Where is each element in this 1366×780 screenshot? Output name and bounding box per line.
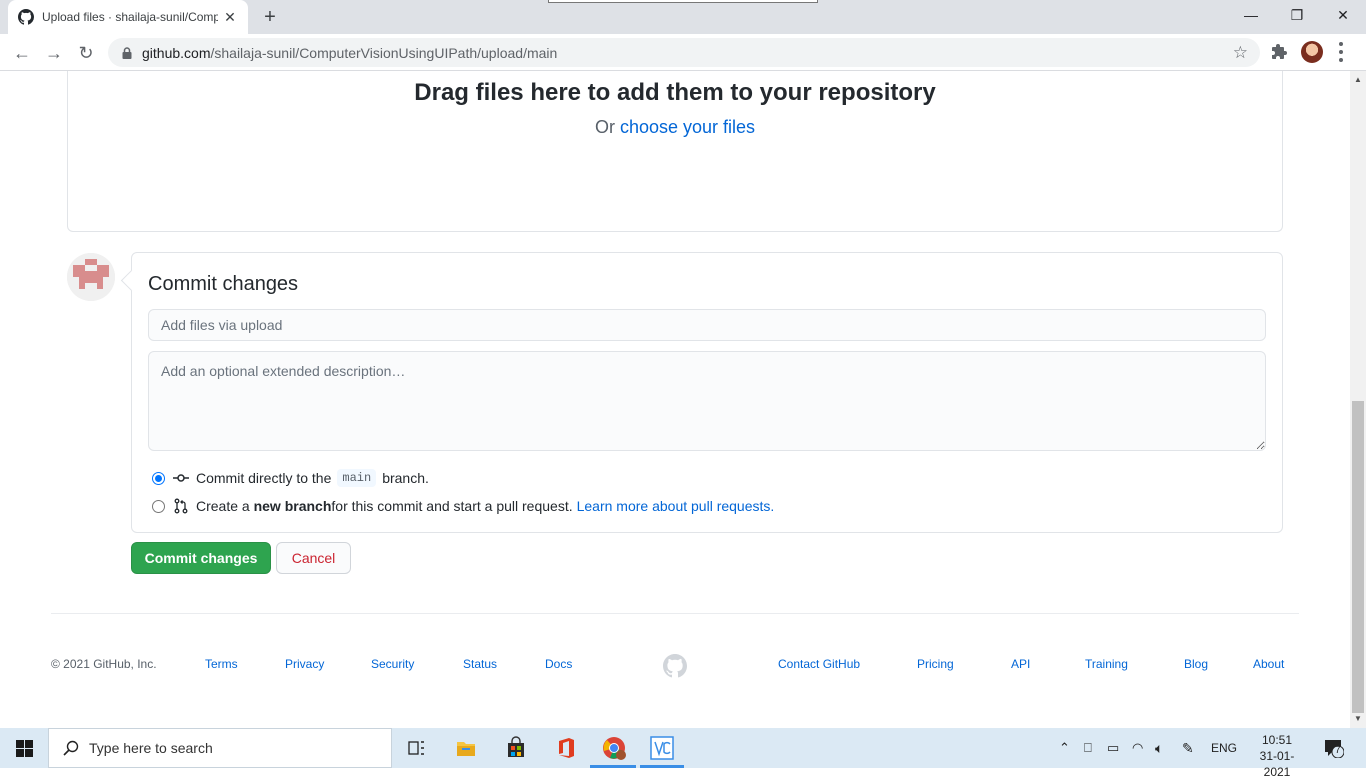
github-logo-icon[interactable]	[663, 654, 687, 678]
task-view-icon[interactable]	[402, 734, 430, 762]
taskbar-search-box[interactable]: Type here to search	[48, 728, 392, 768]
branch-name-tag: main	[337, 469, 377, 487]
extensions-puzzle-icon[interactable]	[1270, 43, 1288, 61]
reload-icon[interactable]: ↻	[72, 39, 100, 67]
footer-link-status[interactable]: Status	[463, 657, 497, 671]
system-clock[interactable]: 10:51 31-01-2021	[1248, 732, 1306, 780]
clock-date: 31-01-2021	[1259, 749, 1295, 779]
identicon-icon	[67, 253, 115, 301]
windows-taskbar: Type here to search ⌃ ⎕ ▭ ◠ 🔈︎ ✎ ENG 10:…	[0, 728, 1366, 779]
footer-link-privacy[interactable]: Privacy	[285, 657, 324, 671]
lock-icon	[122, 46, 132, 59]
taskbar-search-placeholder: Type here to search	[89, 740, 213, 756]
close-window-button[interactable]: ✕	[1320, 0, 1366, 30]
footer-link-docs[interactable]: Docs	[545, 657, 572, 671]
commit-direct-suffix: branch.	[382, 470, 429, 486]
battery-icon[interactable]: ▭	[1107, 728, 1119, 768]
forward-arrow-icon[interactable]: →	[40, 39, 68, 67]
browser-toolbar: ← → ↻ github.com/shailaja-sunil/Computer…	[0, 34, 1366, 71]
notification-center-icon[interactable]: 7	[1324, 738, 1345, 759]
visual-studio-code-icon[interactable]	[648, 734, 676, 762]
pen-icon[interactable]: ✎	[1182, 728, 1194, 768]
drop-zone-or-text: Or	[594, 117, 620, 137]
footer-link-about[interactable]: About	[1253, 657, 1284, 671]
cancel-button[interactable]: Cancel	[276, 542, 351, 574]
microsoft-store-icon[interactable]	[502, 734, 530, 762]
commit-description-input[interactable]	[148, 351, 1266, 451]
input-language[interactable]: ENG	[1211, 728, 1237, 768]
new-branch-bold: new branch	[253, 498, 332, 514]
notification-bubble-icon	[1325, 740, 1345, 759]
chrome-icon[interactable]	[600, 734, 628, 762]
search-icon	[63, 740, 79, 756]
url-path: /shailaja-sunil/ComputerVisionUsingUIPat…	[210, 44, 558, 61]
choose-files-link[interactable]: choose your files	[620, 117, 755, 137]
window-edge-strip	[548, 0, 818, 3]
commit-form-title: Commit changes	[148, 273, 299, 295]
footer-copyright: © 2021 GitHub, Inc.	[51, 657, 157, 671]
commit-summary-input[interactable]	[148, 309, 1266, 341]
tray-chevron-icon[interactable]: ⌃	[1059, 728, 1070, 768]
file-drop-zone[interactable]: Drag files here to add them to your repo…	[67, 71, 1283, 232]
wifi-icon[interactable]: ◠	[1132, 728, 1143, 768]
volume-icon[interactable]: 🔈︎	[1155, 728, 1163, 768]
scroll-up-arrow-icon[interactable]: ▲	[1354, 75, 1362, 84]
tray-device-icon[interactable]: ⎕	[1084, 728, 1092, 768]
new-branch-prefix: Create a	[196, 498, 250, 514]
commit-direct-radio[interactable]	[152, 471, 165, 485]
footer-link-security[interactable]: Security	[371, 657, 414, 671]
minimize-button[interactable]: —	[1228, 0, 1274, 30]
new-branch-suffix: for this commit and start a pull request…	[331, 498, 573, 514]
git-pull-request-icon	[174, 498, 188, 514]
footer: © 2021 GitHub, Inc. Terms Privacy Securi…	[51, 654, 1299, 678]
footer-link-terms[interactable]: Terms	[205, 657, 238, 671]
browser-tab-strip: Upload files · shailaja-sunil/Comp ✕ + —…	[0, 0, 1366, 34]
clock-time: 10:51	[1261, 733, 1293, 747]
commit-direct-prefix: Commit directly to the	[196, 470, 332, 486]
restore-button[interactable]: ❐	[1274, 0, 1320, 30]
address-bar[interactable]: github.com/shailaja-sunil/ComputerVision…	[108, 38, 1260, 67]
user-avatar[interactable]	[67, 253, 115, 301]
profile-avatar[interactable]	[1301, 41, 1323, 63]
commit-direct-option[interactable]: Commit directly to the main branch.	[152, 469, 429, 487]
github-favicon-icon	[18, 9, 34, 25]
page-content: Drag files here to add them to your repo…	[0, 71, 1350, 728]
url-host: github.com	[142, 44, 211, 61]
footer-link-pricing[interactable]: Pricing	[917, 657, 954, 671]
tab-close-icon[interactable]: ✕	[222, 9, 238, 26]
commit-new-branch-option[interactable]: Create a new branch for this commit and …	[152, 498, 774, 514]
commit-changes-button[interactable]: Commit changes	[131, 542, 271, 574]
chrome-menu-icon[interactable]	[1338, 42, 1344, 62]
office-icon[interactable]	[552, 734, 580, 762]
drop-zone-subtitle: Or choose your files	[68, 117, 1282, 138]
tab-title: Upload files · shailaja-sunil/Comp	[42, 10, 218, 24]
commit-new-branch-radio[interactable]	[152, 499, 165, 513]
new-tab-button[interactable]: +	[258, 5, 282, 29]
footer-link-blog[interactable]: Blog	[1184, 657, 1208, 671]
back-arrow-icon[interactable]: ←	[8, 39, 36, 67]
footer-link-contact[interactable]: Contact GitHub	[778, 657, 860, 671]
file-explorer-icon[interactable]	[452, 734, 480, 762]
git-commit-icon	[173, 474, 189, 482]
footer-link-training[interactable]: Training	[1085, 657, 1128, 671]
footer-divider	[51, 613, 1299, 614]
notification-count: 7	[1335, 745, 1341, 756]
commit-form: Commit changes Commit directly to the ma…	[131, 252, 1283, 533]
page-scrollbar[interactable]: ▲ ▼	[1350, 71, 1366, 728]
scrollbar-thumb[interactable]	[1352, 401, 1364, 713]
browser-tab[interactable]: Upload files · shailaja-sunil/Comp ✕	[8, 0, 248, 34]
windows-logo-icon	[15, 739, 33, 757]
bookmark-star-icon[interactable]: ☆	[1233, 43, 1248, 63]
start-button[interactable]	[0, 728, 48, 768]
learn-more-pull-requests-link[interactable]: Learn more about pull requests.	[577, 498, 775, 514]
drop-zone-title: Drag files here to add them to your repo…	[414, 79, 936, 106]
footer-link-api[interactable]: API	[1011, 657, 1030, 671]
scroll-down-arrow-icon[interactable]: ▼	[1354, 714, 1362, 723]
